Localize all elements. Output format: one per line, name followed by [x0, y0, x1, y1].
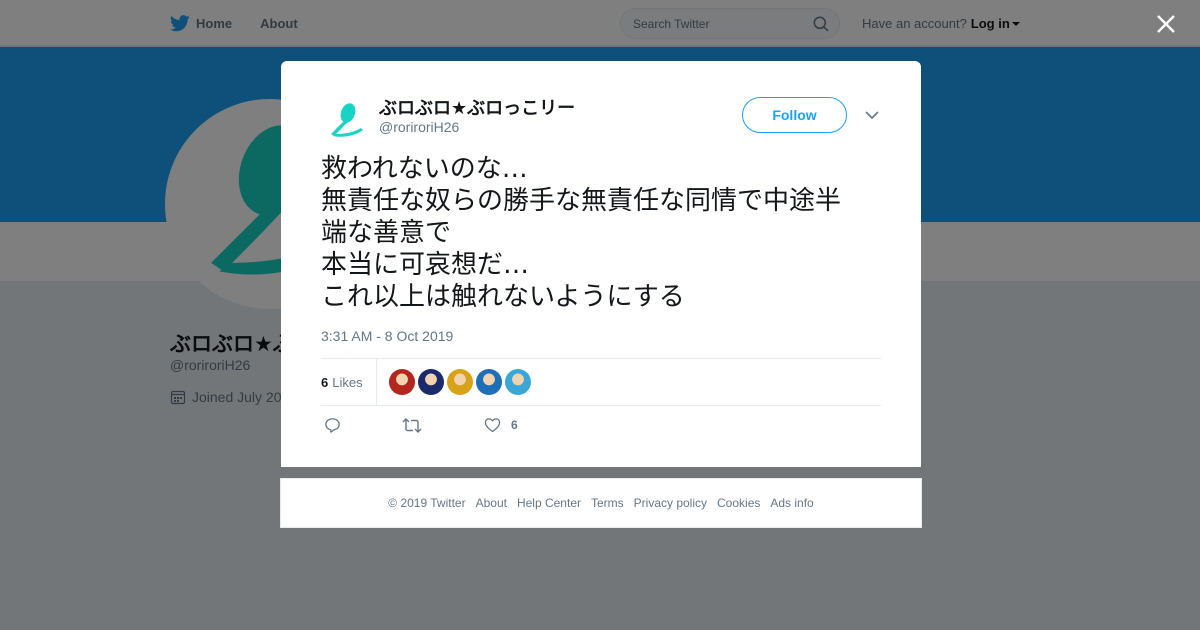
close-icon[interactable]	[1155, 13, 1177, 35]
avatar-figure-icon	[331, 103, 363, 137]
tweet-text-line: 端な善意で	[321, 218, 452, 248]
liker-avatars	[389, 369, 534, 395]
like-count: 6	[511, 418, 518, 432]
tweet-author-name[interactable]: ぶロぶロ★ぶロっこリー	[379, 94, 575, 120]
liker-avatar[interactable]	[418, 369, 444, 395]
tweet-actions: 6	[321, 417, 621, 437]
tweet-text-line: 本当に可哀想だ…	[321, 250, 530, 280]
liker-avatar[interactable]	[476, 369, 502, 395]
footer-link-about[interactable]: About	[476, 496, 507, 510]
like-button[interactable]: 6	[484, 417, 518, 433]
retweet-button[interactable]	[402, 417, 422, 434]
tweet-timestamp[interactable]: 3:31 AM - 8 Oct 2019	[321, 328, 453, 344]
heart-icon	[484, 418, 501, 433]
footer-link-cookies[interactable]: Cookies	[717, 496, 760, 510]
tweet-stats: 6 Likes	[321, 358, 881, 406]
liker-avatar[interactable]	[447, 369, 473, 395]
likes-label: Likes	[332, 374, 363, 390]
liker-avatar[interactable]	[389, 369, 415, 395]
tweet-text: 救われないのな… 無責任な奴らの勝手な無責任な同情で中途半 端な善意で 本当に可…	[321, 153, 881, 313]
tweet-text-line: 無責任な奴らの勝手な無責任な同情で中途半	[321, 186, 842, 216]
reply-button[interactable]	[324, 417, 341, 434]
tweet-modal: ぶロぶロ★ぶロっこリー @roriroriH26 Follow 救われないのな……	[281, 61, 921, 467]
reply-icon	[325, 418, 340, 433]
footer-link-help-center[interactable]: Help Center	[517, 496, 581, 510]
retweet-icon	[402, 418, 422, 433]
footer-copyright: © 2019 Twitter	[388, 496, 466, 510]
tweet-author-handle[interactable]: @roriroriH26	[379, 119, 459, 135]
footer: © 2019 Twitter About Help Center Terms P…	[280, 478, 922, 528]
tweet-author-avatar[interactable]	[321, 96, 369, 144]
likes-count: 6	[321, 374, 329, 390]
tweet-text-line: これ以上は触れないようにする	[321, 282, 685, 312]
likes-stat[interactable]: 6 Likes	[321, 359, 377, 405]
footer-link-terms[interactable]: Terms	[591, 496, 624, 510]
chevron-down-icon[interactable]	[864, 108, 880, 122]
footer-link-ads-info[interactable]: Ads info	[770, 496, 813, 510]
liker-avatar[interactable]	[505, 369, 531, 395]
tweet-text-line: 救われないのな…	[321, 154, 528, 184]
footer-link-privacy[interactable]: Privacy policy	[634, 496, 707, 510]
follow-button[interactable]: Follow	[742, 97, 847, 133]
